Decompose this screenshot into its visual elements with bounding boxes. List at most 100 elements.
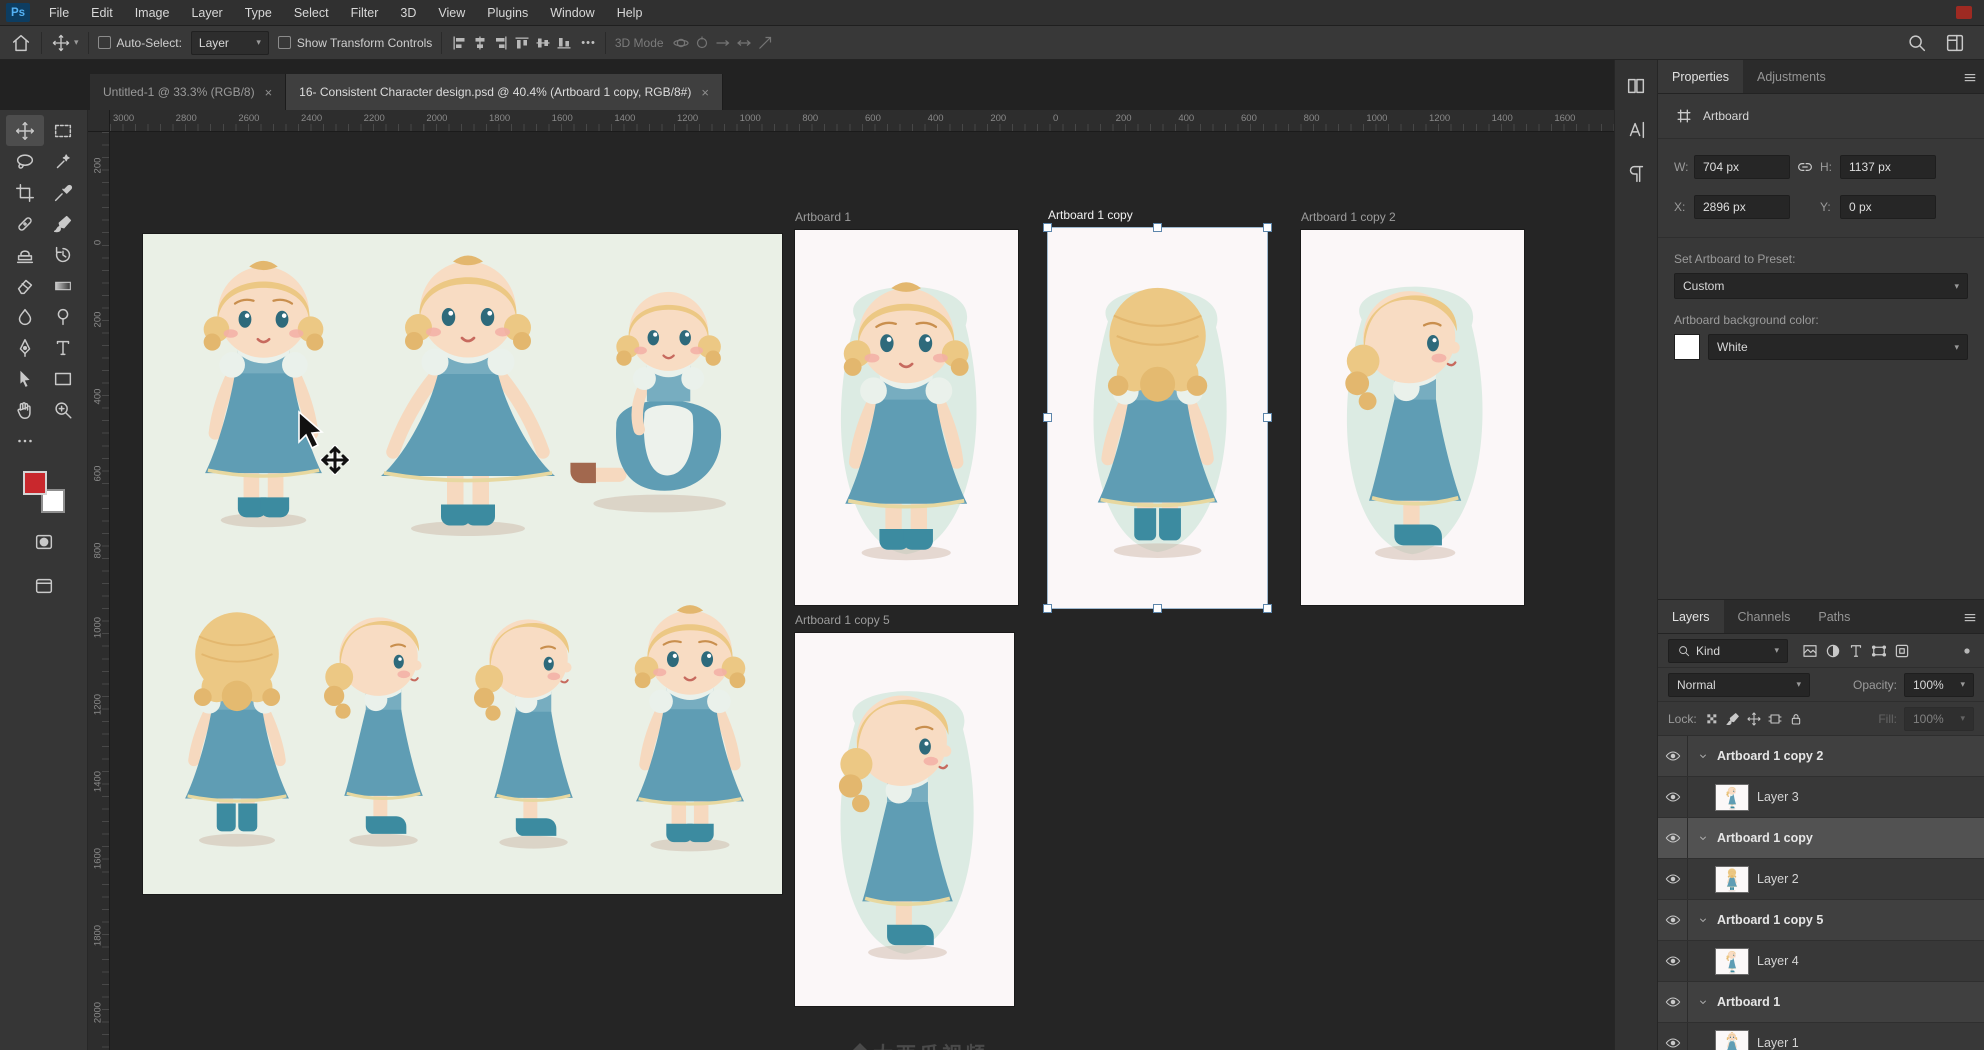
- artboard-label[interactable]: Artboard 1 copy 2: [1301, 210, 1396, 226]
- auto-select-target-dropdown[interactable]: Layer ▾: [191, 31, 269, 55]
- artboard-label[interactable]: Artboard 1 copy: [1048, 208, 1133, 224]
- window-close-button[interactable]: [1956, 6, 1972, 19]
- menu-plugins[interactable]: Plugins: [476, 0, 539, 25]
- pasteboard[interactable]: Artboard 1Artboard 1 copyArtboard 1 copy…: [88, 110, 1614, 1050]
- lock-pixels-icon[interactable]: [1725, 711, 1741, 727]
- dodge-tool-button[interactable]: [44, 301, 82, 332]
- expand-panels-button[interactable]: [1621, 72, 1651, 100]
- canvas-area[interactable]: 3000280026002400220020001800160014001200…: [88, 110, 1614, 1050]
- healing-brush-tool-button[interactable]: [6, 208, 44, 239]
- lock-position-icon[interactable]: [1746, 711, 1762, 727]
- roll-3d-icon[interactable]: [694, 35, 710, 51]
- width-field[interactable]: 704 px: [1694, 155, 1790, 179]
- pixel-layer-filter-icon[interactable]: [1801, 642, 1819, 660]
- close-tab-icon[interactable]: ×: [265, 85, 273, 100]
- scale-3d-icon[interactable]: [757, 35, 773, 51]
- home-icon[interactable]: [10, 32, 32, 54]
- visibility-toggle[interactable]: [1658, 818, 1688, 858]
- character-panel-button[interactable]: [1621, 116, 1651, 144]
- layers-panel-menu[interactable]: [1956, 600, 1984, 633]
- selection-handle-nw[interactable]: [1043, 223, 1052, 232]
- layers-tab-paths[interactable]: Paths: [1804, 600, 1864, 633]
- eraser-tool-button[interactable]: [6, 270, 44, 301]
- selection-handle-n[interactable]: [1153, 223, 1162, 232]
- fill-dropdown[interactable]: 100%▾: [1904, 707, 1974, 731]
- layers-tab-channels[interactable]: Channels: [1724, 600, 1805, 633]
- height-field[interactable]: 1137 px: [1840, 155, 1936, 179]
- align-horizontal-centers-icon[interactable]: [472, 35, 488, 51]
- layer-row-artboard[interactable]: Artboard 1 copy 2: [1658, 736, 1984, 777]
- chevron-down-icon[interactable]: [1697, 832, 1709, 844]
- path-selection-tool-button[interactable]: [6, 363, 44, 394]
- hand-tool-button[interactable]: [6, 394, 44, 425]
- move-tool-button[interactable]: [6, 115, 44, 146]
- artboard-bg-dropdown[interactable]: White▾: [1708, 334, 1968, 360]
- layer-filter-kind-dropdown[interactable]: Kind ▾: [1668, 639, 1788, 663]
- layer-row-artboard[interactable]: Artboard 1 copy: [1658, 818, 1984, 859]
- artboard[interactable]: [143, 234, 782, 894]
- chevron-down-icon[interactable]: [1697, 996, 1709, 1008]
- menu-filter[interactable]: Filter: [340, 0, 390, 25]
- visibility-toggle[interactable]: [1658, 1023, 1688, 1050]
- lock-all-icon[interactable]: [1788, 711, 1804, 727]
- chevron-down-icon[interactable]: [1697, 750, 1709, 762]
- artboard-bg-swatch[interactable]: [1674, 334, 1700, 360]
- ruler-top[interactable]: 3000280026002400220020001800160014001200…: [110, 110, 1614, 132]
- menu-3d[interactable]: 3D: [389, 0, 427, 25]
- opacity-dropdown[interactable]: 100%▾: [1904, 673, 1974, 697]
- artboard[interactable]: [1301, 230, 1524, 605]
- layer-filter-toggle-icon[interactable]: [1960, 644, 1974, 658]
- edit-toolbar-button[interactable]: [6, 425, 44, 456]
- slide-3d-icon[interactable]: [736, 35, 752, 51]
- layer-thumbnail[interactable]: [1715, 784, 1749, 811]
- layer-thumbnail[interactable]: [1715, 866, 1749, 893]
- selection-handle-e[interactable]: [1263, 413, 1272, 422]
- properties-tab-adjustments[interactable]: Adjustments: [1743, 60, 1840, 93]
- layer-row-artboard[interactable]: Artboard 1 copy 5: [1658, 900, 1984, 941]
- visibility-toggle[interactable]: [1658, 941, 1688, 981]
- smart-object-filter-icon[interactable]: [1893, 642, 1911, 660]
- drag-3d-icon[interactable]: [715, 35, 731, 51]
- menu-help[interactable]: Help: [606, 0, 654, 25]
- artboard-label[interactable]: Artboard 1 copy 5: [795, 613, 890, 629]
- quick-mask-button[interactable]: [25, 526, 63, 557]
- layer-thumbnail[interactable]: [1715, 1030, 1749, 1050]
- clone-stamp-tool-button[interactable]: [6, 239, 44, 270]
- selection-handle-se[interactable]: [1263, 604, 1272, 613]
- x-field[interactable]: 2896 px: [1694, 195, 1790, 219]
- more-align-options-button[interactable]: •••: [581, 37, 596, 49]
- ruler-left[interactable]: 2000200400600800100012001400160018002000: [88, 132, 110, 1050]
- document-tab[interactable]: 16- Consistent Character design.psd @ 40…: [286, 74, 723, 110]
- layer-thumbnail[interactable]: [1715, 948, 1749, 975]
- show-transform-checkbox[interactable]: [278, 36, 291, 49]
- link-dimensions-icon[interactable]: [1796, 158, 1814, 176]
- foreground-color-swatch[interactable]: [23, 471, 47, 495]
- orbit-3d-icon[interactable]: [673, 35, 689, 51]
- align-vertical-centers-icon[interactable]: [535, 35, 551, 51]
- visibility-toggle[interactable]: [1658, 859, 1688, 899]
- shape-layer-filter-icon[interactable]: [1870, 642, 1888, 660]
- layer-row[interactable]: Layer 3: [1658, 777, 1984, 818]
- marquee-tool-button[interactable]: [44, 115, 82, 146]
- blend-mode-dropdown[interactable]: Normal▾: [1668, 673, 1810, 697]
- align-right-edges-icon[interactable]: [493, 35, 509, 51]
- lock-transparent-icon[interactable]: [1704, 711, 1720, 727]
- visibility-toggle[interactable]: [1658, 736, 1688, 776]
- menu-edit[interactable]: Edit: [80, 0, 124, 25]
- align-top-edges-icon[interactable]: [514, 35, 530, 51]
- menu-type[interactable]: Type: [234, 0, 283, 25]
- close-tab-icon[interactable]: ×: [701, 85, 709, 100]
- ruler-corner[interactable]: [88, 110, 110, 132]
- menu-window[interactable]: Window: [539, 0, 605, 25]
- rectangle-tool-button[interactable]: [44, 363, 82, 394]
- history-brush-tool-button[interactable]: [44, 239, 82, 270]
- app-logo[interactable]: Ps: [6, 3, 30, 22]
- align-bottom-edges-icon[interactable]: [556, 35, 572, 51]
- artboard-selected[interactable]: [1048, 228, 1267, 608]
- screen-mode-button[interactable]: [25, 570, 63, 601]
- visibility-toggle[interactable]: [1658, 900, 1688, 940]
- selection-handle-s[interactable]: [1153, 604, 1162, 613]
- type-layer-filter-icon[interactable]: [1847, 642, 1865, 660]
- visibility-toggle[interactable]: [1658, 982, 1688, 1022]
- pen-tool-button[interactable]: [6, 332, 44, 363]
